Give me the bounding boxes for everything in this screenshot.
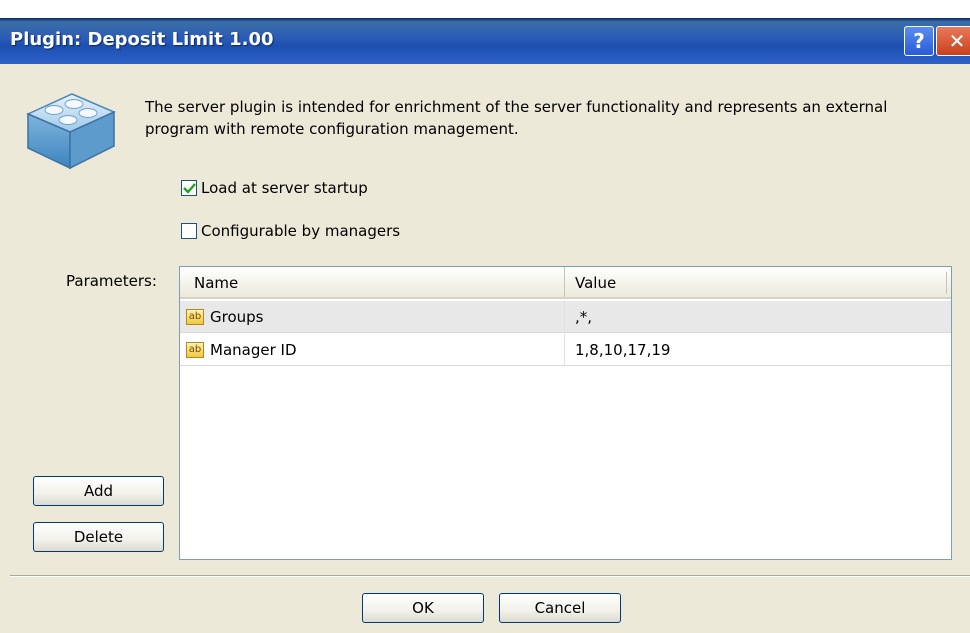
delete-button[interactable]: Delete bbox=[33, 522, 164, 552]
checkbox-label[interactable]: Load at server startup bbox=[201, 179, 368, 197]
plugin-block-icon bbox=[26, 93, 116, 170]
table-header: Name Value bbox=[180, 267, 951, 299]
param-name: Groups bbox=[210, 308, 264, 326]
cell-value[interactable]: ,*, bbox=[567, 301, 592, 333]
question-icon: ? bbox=[913, 29, 925, 53]
checkbox-box[interactable] bbox=[181, 180, 197, 196]
column-divider[interactable] bbox=[946, 272, 947, 294]
column-header-value[interactable]: Value bbox=[567, 267, 945, 297]
desktop-background bbox=[0, 0, 970, 18]
param-name: Manager ID bbox=[210, 341, 297, 359]
string-param-icon: ab bbox=[186, 342, 204, 358]
footer-divider bbox=[10, 575, 970, 577]
close-button[interactable]: ✕ bbox=[936, 26, 970, 56]
cell-name[interactable]: ab Groups bbox=[186, 301, 263, 333]
plugin-dialog: Plugin: Deposit Limit 1.00 ? ✕ The serve… bbox=[0, 0, 970, 633]
cell-divider bbox=[564, 301, 565, 333]
check-mark-icon bbox=[182, 182, 196, 194]
close-icon: ✕ bbox=[948, 29, 966, 53]
window-title: Plugin: Deposit Limit 1.00 bbox=[10, 29, 274, 50]
checkbox-label[interactable]: Configurable by managers bbox=[201, 222, 400, 240]
checkbox-box[interactable] bbox=[181, 223, 197, 239]
add-button[interactable]: Add bbox=[33, 476, 164, 506]
ok-button[interactable]: OK bbox=[362, 593, 484, 623]
cell-name[interactable]: ab Manager ID bbox=[186, 334, 297, 366]
cell-divider bbox=[564, 334, 565, 366]
cancel-button[interactable]: Cancel bbox=[499, 593, 621, 623]
param-value: ,*, bbox=[575, 308, 593, 326]
configurable-by-managers-checkbox[interactable]: Configurable by managers bbox=[181, 222, 400, 240]
cell-value[interactable]: 1,8,10,17,19 bbox=[567, 334, 670, 366]
table-row[interactable]: ab Groups ,*, bbox=[180, 301, 951, 333]
help-button[interactable]: ? bbox=[904, 26, 934, 56]
parameters-label: Parameters: bbox=[66, 272, 157, 290]
plugin-description: The server plugin is intended for enrich… bbox=[145, 98, 888, 138]
column-divider[interactable] bbox=[564, 272, 565, 294]
param-value: 1,8,10,17,19 bbox=[575, 341, 671, 359]
parameters-table[interactable]: Name Value ab Groups ,*, ab Manager ID 1… bbox=[179, 266, 952, 560]
title-bar[interactable]: Plugin: Deposit Limit 1.00 ? ✕ bbox=[0, 18, 970, 64]
column-header-name[interactable]: Name bbox=[186, 267, 565, 297]
table-row[interactable]: ab Manager ID 1,8,10,17,19 bbox=[180, 334, 951, 366]
string-param-icon: ab bbox=[186, 309, 204, 325]
load-at-startup-checkbox[interactable]: Load at server startup bbox=[181, 179, 368, 197]
